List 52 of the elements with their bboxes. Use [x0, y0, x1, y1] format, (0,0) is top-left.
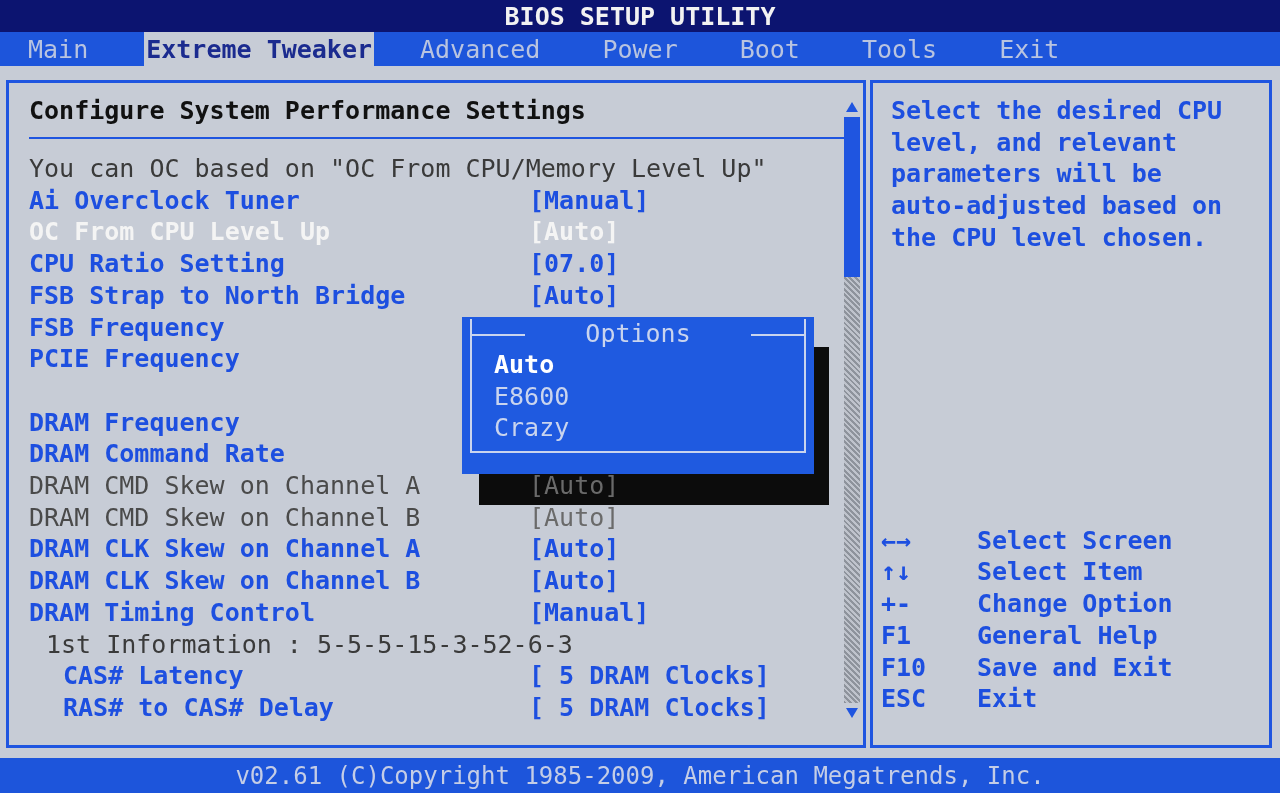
setting-value[interactable]: [Auto]	[529, 533, 620, 566]
menu-tab[interactable]: Main	[12, 32, 105, 66]
setting-label[interactable]: CPU Ratio Setting	[29, 248, 285, 280]
key-name: F10	[881, 651, 928, 684]
key-name: ↑↓	[881, 556, 913, 589]
key-name: ←→	[881, 524, 913, 557]
popup-option[interactable]: E8600	[494, 380, 804, 413]
setting-label[interactable]: FSB Strap to North Bridge	[29, 279, 406, 312]
window-title: BIOS SETUP UTILITY	[504, 1, 776, 31]
key-name: +-	[881, 588, 913, 620]
menu-tab[interactable]: Boot	[723, 32, 816, 66]
setting-label[interactable]: DRAM Timing Control	[29, 596, 315, 629]
setting-label[interactable]: RAS# to CAS# Delay	[63, 691, 334, 724]
setting-label[interactable]: DRAM CLK Skew on Channel A	[29, 533, 421, 566]
setting-label[interactable]: CAS# Latency	[63, 660, 244, 692]
help-text: Select the desired CPU level, and relevant parameters will be auto-adjusted based on the CPU level chosen.	[890, 95, 1224, 254]
setting-value[interactable]: [Auto]	[529, 565, 620, 597]
scrollbar-thumb[interactable]	[844, 117, 860, 277]
setting-label[interactable]: PCIE Frequency	[29, 343, 240, 375]
popup-option[interactable]: Crazy	[494, 412, 804, 445]
info-text: 1st Information : 5-5-5-15-3-52-6-3	[46, 628, 573, 661]
popup-option[interactable]: Auto	[494, 349, 804, 381]
setting-label[interactable]: Ai Overclock Tuner	[29, 184, 300, 217]
setting-value[interactable]: [Manual]	[529, 184, 650, 217]
setting-label[interactable]: DRAM CLK Skew on Channel B	[29, 565, 421, 597]
key-action: General Help	[977, 619, 1158, 652]
key-action: Select Screen	[977, 524, 1173, 557]
setting-value[interactable]: [07.0]	[529, 248, 620, 280]
info-text: You can OC based on "OC From CPU/Memory Level Up"	[29, 153, 767, 185]
key-name: F1	[881, 619, 913, 652]
setting-value[interactable]: [ 5 DRAM Clocks]	[529, 660, 770, 692]
menu-tab[interactable]: Tools	[845, 32, 954, 66]
key-action: Select Item	[977, 556, 1143, 589]
popup-title: Options	[585, 319, 691, 349]
menu-tab[interactable]: Extreme Tweaker	[144, 32, 374, 66]
key-name: ESC	[881, 683, 928, 715]
panel-heading: Configure System Performance Settings	[29, 95, 587, 127]
copyright-text: v02.61 (C)Copyright 1985-2009, American Megatrends, Inc.	[235, 761, 1045, 790]
key-action: Save and Exit	[977, 651, 1173, 684]
menu-tab[interactable]: Power	[586, 32, 694, 66]
scroll-down-arrow-icon[interactable]	[845, 707, 859, 719]
menu-tab[interactable]: Exit	[983, 32, 1076, 66]
setting-label[interactable]: DRAM Frequency	[29, 406, 240, 439]
setting-value[interactable]: [Auto]	[529, 279, 620, 312]
key-action: Exit	[977, 683, 1038, 715]
setting-label[interactable]: DRAM Command Rate	[29, 438, 285, 470]
key-action: Change Option	[977, 588, 1173, 620]
menu-tab[interactable]: Advanced	[404, 32, 557, 66]
scroll-up-arrow-icon[interactable]	[845, 101, 859, 113]
setting-value[interactable]: [ 5 DRAM Clocks]	[529, 691, 770, 724]
setting-label[interactable]: FSB Frequency	[29, 311, 225, 344]
setting-value[interactable]: [Manual]	[529, 596, 650, 629]
